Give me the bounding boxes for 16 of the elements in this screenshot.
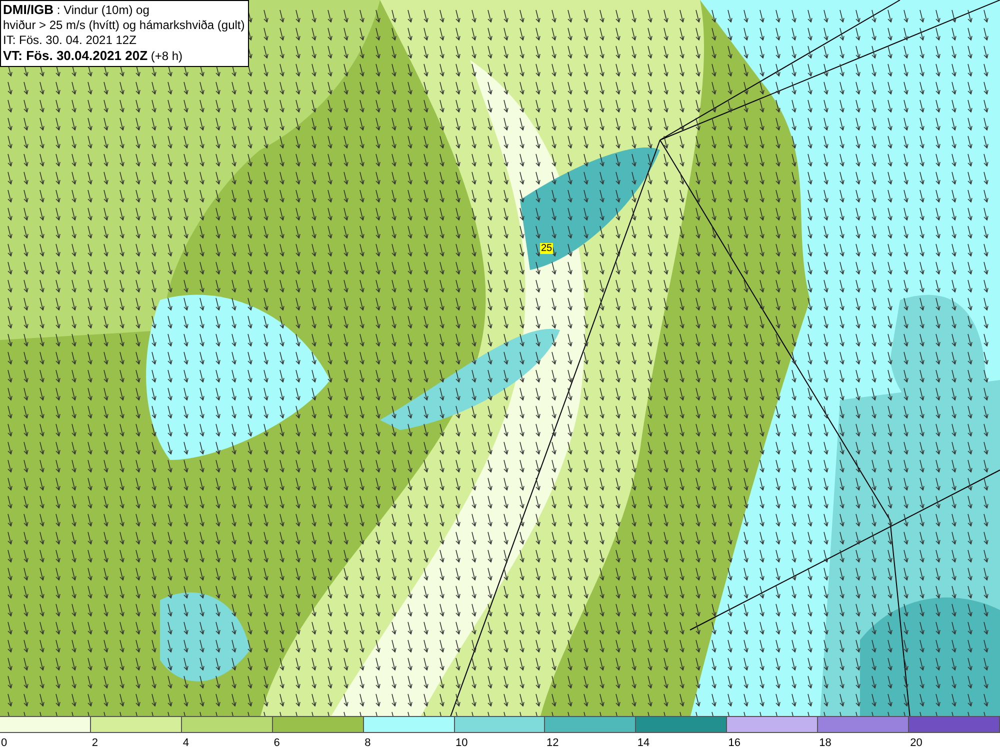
legend-label: 14 — [636, 737, 650, 747]
gust-label: 25 — [540, 243, 554, 254]
title-line: IT: Fös. 30. 04. 2021 12Z — [3, 33, 138, 48]
legend-label: 10 — [454, 737, 468, 747]
legend-label: 8 — [364, 737, 371, 747]
legend-label: 2 — [90, 737, 98, 747]
legend-label: 0 — [0, 737, 8, 747]
title-line: DMI/IGB : Vindur (10m) og — [3, 2, 150, 18]
legend-label: 20 — [909, 737, 922, 747]
legend-label: 6 — [272, 737, 280, 747]
legend-label: 4 — [182, 737, 189, 747]
legend-label: 12 — [545, 737, 559, 747]
title-line: hviður > 25 m/s (hvítt) og hámarkshviða (gult) — [3, 18, 245, 33]
legend-label: 18 — [818, 737, 832, 747]
title-line: VT: Fös. 30.04.2021 20Z (+8 h) — [3, 48, 184, 64]
legend-label: 16 — [727, 737, 741, 747]
